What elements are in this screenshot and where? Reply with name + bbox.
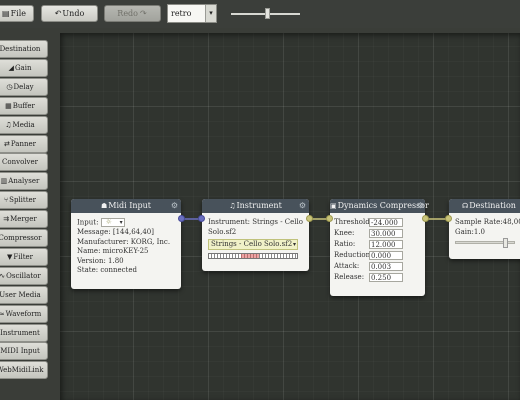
piano-keyboard[interactable] (208, 253, 298, 259)
keyboard-icon: ☼ (105, 218, 112, 226)
param-row: Attack: 0.003 (334, 261, 421, 272)
input-port[interactable] (445, 215, 452, 222)
output-port[interactable] (306, 215, 313, 222)
compressor-icon: ▣ (330, 202, 337, 210)
output-port[interactable] (422, 215, 429, 222)
param-value-field[interactable]: 0.000 (369, 251, 403, 260)
node-header[interactable]: ♫Instrument ⚙ (202, 199, 309, 213)
midi-icon: ☗ (100, 202, 108, 210)
param-row: Threshold: -24.000 (334, 217, 421, 228)
sample-rate: Sample Rate:48,000 (455, 218, 520, 226)
param-label: Reduction: (334, 250, 373, 259)
gain-slider[interactable] (455, 238, 515, 248)
param-label: Threshold: (334, 217, 373, 226)
gear-icon[interactable]: ⚙ (417, 199, 424, 213)
param-value-field[interactable]: 12.000 (369, 240, 403, 249)
node-header[interactable]: ▣Dynamics Compressor ⚙ (330, 199, 429, 213)
midi-version: Version: 1.80 (77, 256, 124, 265)
instrument-node[interactable]: ♫Instrument ⚙ Instrument: Strings - Cell… (198, 199, 313, 271)
node-body: Input: ☼ ▾ Message: [144,64,40] Manufact… (71, 213, 181, 281)
output-port[interactable] (178, 215, 185, 222)
pressed-key-highlight (241, 254, 259, 258)
compressor-params: Threshold: -24.000 Knee: 30.000 Ratio: 12.000… (330, 213, 425, 287)
param-value-field[interactable]: 0.003 (369, 262, 403, 271)
midi-state: State: connected (77, 266, 137, 274)
gain-slider-thumb[interactable] (503, 238, 508, 248)
chevron-down-icon: ▾ (119, 219, 123, 226)
input-port[interactable] (326, 215, 333, 222)
param-value-field[interactable]: 30.000 (369, 229, 403, 238)
node-body: Instrument: Strings - Cello Solo.sf2 Str… (202, 213, 309, 264)
dynamics-compressor-node[interactable]: ▣Dynamics Compressor ⚙ Threshold: -24.000… (326, 199, 429, 296)
midi-input-node[interactable]: ☗Midi Input ⚙ Input: ☼ ▾ Message: [144,6… (71, 199, 185, 289)
param-value-field[interactable]: -24.000 (369, 218, 403, 227)
midi-manufacturer: Manufacturer: KORG, Inc. (77, 237, 171, 246)
gear-icon[interactable]: ⚙ (171, 199, 178, 213)
midi-message: Message: [144,64,40] (77, 228, 154, 236)
chevron-down-icon: ▾ (292, 241, 296, 248)
param-value-field[interactable]: 0.250 (369, 273, 403, 282)
speaker-icon: ☊ (462, 202, 469, 210)
param-row: Release: 0.250 (334, 272, 421, 283)
input-label: Input: (77, 218, 99, 227)
node-header[interactable]: ☊Destination (449, 199, 520, 213)
midi-name: Name: microKEY-25 (77, 247, 149, 255)
param-row: Ratio: 12.000 (334, 239, 421, 250)
instrument-description: Instrument: Strings - Cello Solo.sf2 (208, 218, 303, 236)
param-row: Knee: 30.000 (334, 228, 421, 239)
node-body: Sample Rate:48,000 Gain:1.0 (449, 213, 520, 249)
param-row: Reduction: 0.000 (334, 250, 421, 261)
param-label: Ratio: (334, 239, 356, 248)
node-header[interactable]: ☗Midi Input ⚙ (71, 199, 181, 213)
bell-icon: ♫ (229, 202, 236, 210)
destination-node[interactable]: ☊Destination Sample Rate:48,000 Gain:1.0 (445, 199, 520, 259)
instrument-select[interactable]: Strings - Cello Solo.sf2 ▾ (208, 239, 298, 250)
gain-value: Gain:1.0 (455, 227, 486, 236)
input-port[interactable] (198, 215, 205, 222)
param-label: Release: (334, 272, 365, 281)
param-label: Knee: (334, 228, 355, 237)
midi-input-select[interactable]: ☼ ▾ (100, 218, 125, 227)
param-label: Attack: (334, 261, 360, 270)
gear-icon[interactable]: ⚙ (299, 199, 306, 213)
